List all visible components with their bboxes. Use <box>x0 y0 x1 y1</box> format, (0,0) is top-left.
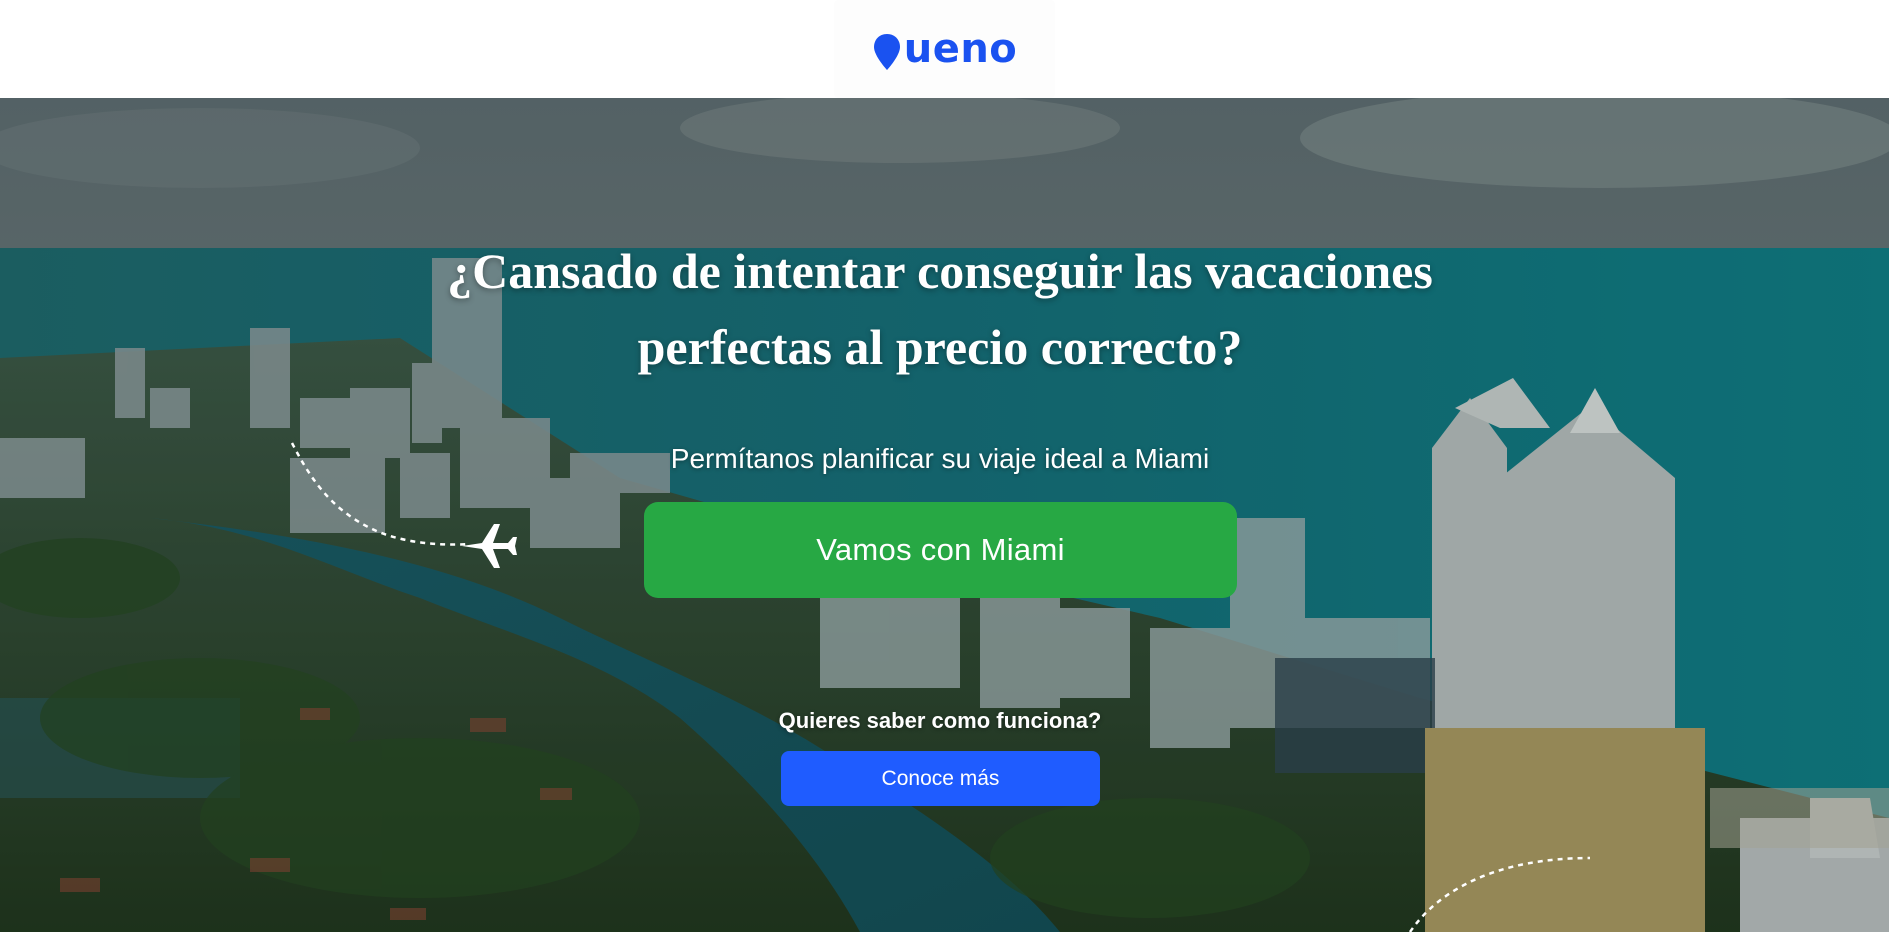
logo-text: ueno <box>903 26 1018 72</box>
hero-headline: ¿Cansado de intentar conseguir las vacac… <box>0 233 1880 385</box>
vamos-con-miami-button[interactable]: Vamos con Miami <box>644 502 1237 598</box>
location-pin-icon <box>873 34 900 70</box>
hero-headline-line-1: ¿Cansado de intentar conseguir las vacac… <box>447 243 1433 299</box>
hero-subtitle: Permítanos planificar su viaje ideal a M… <box>670 443 1210 474</box>
conoce-mas-button[interactable]: Conoce más <box>781 751 1100 806</box>
brand-logo[interactable]: ueno <box>833 0 1056 98</box>
hero-section: ¿Cansado de intentar conseguir las vacac… <box>0 98 1889 932</box>
site-header: ueno <box>0 0 1889 98</box>
how-it-works-question: Quieres saber como funciona? <box>778 708 1102 733</box>
hero-headline-line-2: perfectas al precio correcto? <box>637 319 1243 375</box>
